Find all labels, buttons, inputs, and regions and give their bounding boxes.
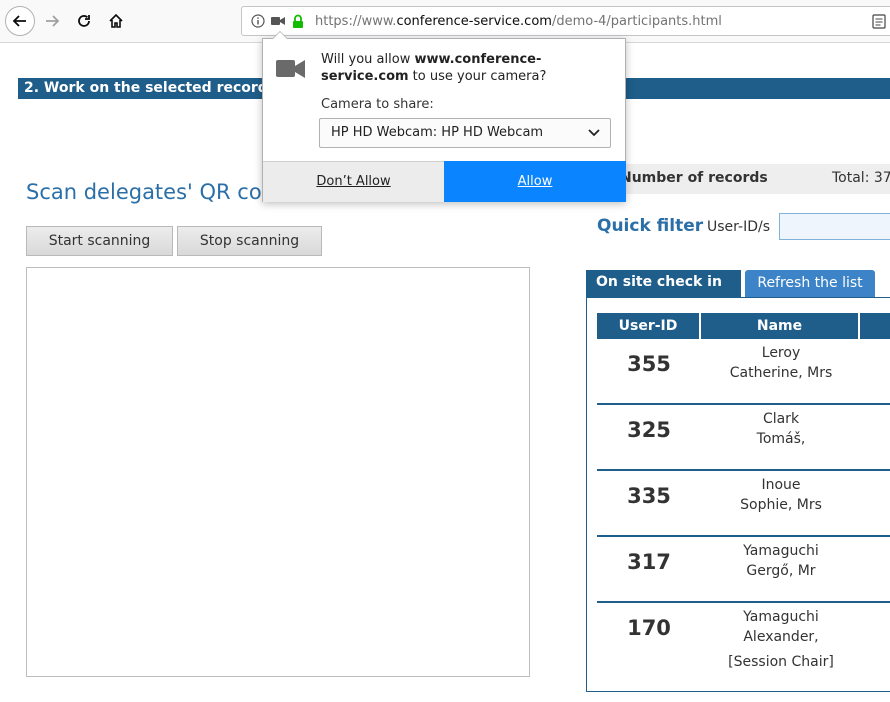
quick-filter-label: Quick filter [597,216,704,236]
row-name: Inoue Sophie, Mrs [701,475,861,515]
camera-icon [276,60,305,78]
column-header-userid: User-ID [597,313,699,339]
table-row[interactable]: 355 Leroy Catherine, Mrs [597,339,890,405]
row-first-name: Gergő, Mr [746,563,816,579]
row-userid: 335 [627,484,671,508]
row-last-name: Yamaguchi [743,543,819,559]
row-first-name: Alexander, [743,629,819,645]
camera-permission-popup: Will you allow www.conference-service.co… [262,38,626,202]
row-first-name: Sophie, Mrs [740,497,822,513]
row-userid: 355 [627,352,671,376]
reload-icon [78,15,90,27]
chevron-down-icon [588,129,600,137]
tab-onsite-check-in[interactable]: On site check in list [586,270,741,315]
table-row[interactable]: 317 Yamaguchi Gergő, Mr [597,537,890,603]
userid-filter-input[interactable] [779,213,890,240]
camera-select-dropdown[interactable]: HP HD Webcam: HP HD Webcam [319,118,611,148]
home-icon [109,13,123,28]
row-name: Leroy Catherine, Mrs [701,343,861,383]
url-text: https://www.conference-service.com/demo-… [315,14,722,29]
allow-button[interactable]: Allow [444,161,626,202]
row-name: Yamaguchi Gergő, Mr [701,541,861,581]
camera-permission-icon[interactable] [270,14,286,28]
row-userid: 317 [627,550,671,574]
row-name: Clark Tomáš, [701,409,861,449]
row-userid: 170 [627,616,671,640]
row-first-name: Tomáš, [756,431,806,447]
column-header-name: Name [701,313,858,339]
forward-button[interactable] [38,7,66,35]
back-button[interactable] [5,6,35,36]
row-last-name: Clark [762,411,800,427]
refresh-list-button[interactable]: Refresh the list [745,270,875,297]
table-row[interactable]: 325 Clark Tomáš, [597,405,890,471]
reload-button[interactable] [70,7,98,35]
row-role: [Session Chair] [728,654,834,670]
row-last-name: Leroy [761,345,801,361]
popup-message: Will you allow www.conference-service.co… [321,52,547,84]
column-header-extra [860,313,890,339]
camera-preview [26,267,530,677]
forward-arrow-icon [46,15,60,27]
url-bar[interactable]: https://www.conference-service.com/demo-… [241,6,890,36]
dont-allow-button[interactable]: Don’t Allow [263,161,444,202]
selected-camera: HP HD Webcam: HP HD Webcam [331,125,544,140]
reader-view-icon[interactable] [872,14,886,29]
table-row[interactable]: 170 Yamaguchi Alexander, [Session Chair] [597,603,890,683]
table-row[interactable]: 335 Inoue Sophie, Mrs [597,471,890,537]
row-name: Yamaguchi Alexander, [Session Chair] [701,607,861,672]
userid-label: User-ID/s [707,219,770,235]
back-arrow-icon [12,15,26,27]
camera-share-label: Camera to share: [321,97,434,112]
info-icon[interactable] [251,14,265,28]
row-first-name: Catherine, Mrs [729,365,833,381]
browser-toolbar: https://www.conference-service.com/demo-… [0,0,890,43]
row-last-name: Yamaguchi [743,609,819,625]
total-count: Total: 37 [832,170,890,186]
scan-title: Scan delegates' QR codes [26,180,299,204]
popup-arrow-inner [273,32,287,39]
lock-icon[interactable] [292,14,304,29]
row-userid: 325 [627,418,671,442]
home-button[interactable] [102,7,130,35]
start-scanning-button[interactable]: Start scanning [26,226,173,256]
stop-scanning-button[interactable]: Stop scanning [177,226,322,256]
records-label: Number of records [620,170,768,186]
row-last-name: Inoue [761,477,801,493]
